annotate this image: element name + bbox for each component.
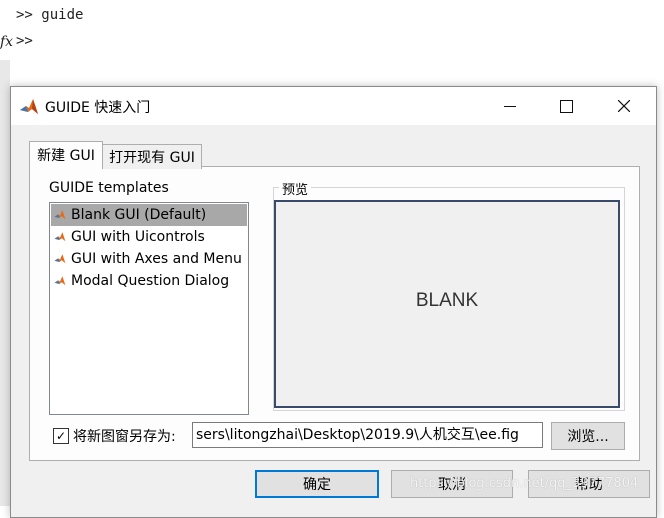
checkmark-icon: ✓ [55, 429, 67, 443]
template-item-label: Blank GUI (Default) [71, 207, 207, 223]
template-item-label: GUI with Uicontrols [71, 229, 205, 245]
save-as-checkbox[interactable]: ✓ [53, 428, 69, 444]
matlab-icon [54, 254, 66, 264]
matlab-icon [54, 210, 66, 220]
close-button[interactable] [595, 87, 653, 125]
template-item-label: Modal Question Dialog [71, 273, 230, 289]
matlab-icon [54, 276, 66, 286]
template-item-blank-gui[interactable]: Blank GUI (Default) [51, 204, 247, 226]
matlab-icon [20, 99, 38, 114]
tab-open-existing-gui[interactable]: 打开现有 GUI [102, 144, 202, 169]
preview-text: BLANK [415, 290, 479, 311]
template-item-label: GUI with Axes and Menu [71, 251, 242, 267]
close-icon [618, 100, 630, 112]
save-as-label: 将新图窗另存为: [73, 429, 176, 445]
minimize-icon [504, 105, 516, 107]
template-item-modal-question-dialog[interactable]: Modal Question Dialog [51, 270, 247, 292]
templates-label: GUIDE templates [49, 180, 169, 196]
minimize-button[interactable] [481, 87, 539, 125]
prompt: >> [16, 7, 33, 23]
template-list[interactable]: Blank GUI (Default) GUI with Uicontrols … [49, 202, 249, 415]
command-text: guide [41, 7, 84, 23]
preview-box: BLANK [274, 200, 620, 408]
watermark: https://blog.csdn.net/qq_39777804 [410, 476, 639, 491]
window-title: GUIDE 快速入门 [45, 100, 151, 116]
command-window[interactable]: >> guide fx >> [0, 0, 664, 90]
preview-label: 预览 [279, 179, 312, 198]
tab-new-gui[interactable]: 新建 GUI [29, 141, 103, 168]
maximize-icon [559, 99, 573, 113]
guide-quick-start-dialog: GUIDE 快速入门 新建 GUI 打开现有 GUI GUIDE templat… [10, 86, 657, 518]
left-panel-edge [0, 60, 10, 506]
command-line-2[interactable]: >> [16, 33, 33, 49]
template-item-gui-with-uicontrols[interactable]: GUI with Uicontrols [51, 226, 247, 248]
prompt: >> [16, 33, 33, 49]
matlab-icon [54, 232, 66, 242]
maximize-button[interactable] [537, 87, 595, 125]
save-path-input[interactable]: sers\litongzhai\Desktop\2019.9\人机交互\ee.f… [192, 422, 543, 448]
ok-button[interactable]: 确定 [255, 470, 379, 498]
template-item-gui-with-axes-and-menu[interactable]: GUI with Axes and Menu [51, 248, 247, 270]
fx-icon[interactable]: fx [0, 34, 13, 50]
command-line-1: >> guide [16, 7, 83, 23]
browse-button[interactable]: 浏览... [551, 422, 625, 450]
title-bar[interactable]: GUIDE 快速入门 [11, 87, 656, 125]
